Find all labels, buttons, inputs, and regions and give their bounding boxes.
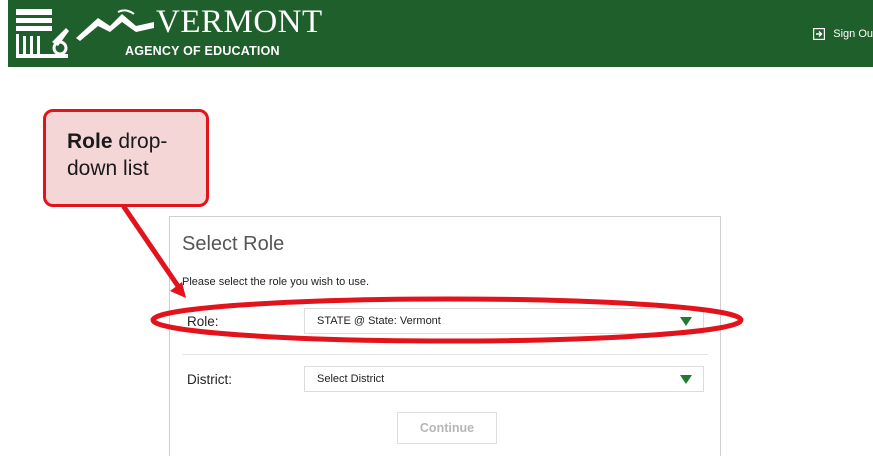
- vermont-building-icon: [14, 6, 72, 60]
- caret-down-icon: [680, 375, 692, 384]
- district-label: District:: [187, 372, 232, 387]
- sign-out-label: Sign Ou: [833, 28, 873, 40]
- callout-bold-text: Role: [67, 130, 113, 153]
- caret-down-icon: [680, 317, 692, 326]
- brand-subtitle: AGENCY OF EDUCATION: [125, 44, 280, 58]
- mountain-logo-icon: [76, 8, 156, 47]
- panel-instructions: Please select the role you wish to use.: [182, 276, 370, 288]
- district-selected-value: Select District: [317, 373, 385, 385]
- callout-text-line1: drop-: [112, 130, 168, 153]
- role-callout: Role drop- down list: [43, 109, 209, 207]
- divider: [182, 354, 708, 355]
- sign-out-icon: [813, 28, 826, 40]
- continue-button[interactable]: Continue: [397, 412, 497, 444]
- select-role-panel: Select Role Please select the role you w…: [169, 216, 721, 456]
- panel-title: Select Role: [182, 233, 285, 255]
- app-header: VERMONT AGENCY OF EDUCATION Sign Ou: [8, 0, 873, 67]
- role-dropdown[interactable]: STATE @ State: Vermont: [304, 308, 704, 334]
- brand-title: VERMONT: [156, 4, 323, 40]
- district-dropdown[interactable]: Select District: [304, 366, 704, 392]
- role-selected-value: STATE @ State: Vermont: [317, 315, 441, 327]
- callout-text-line2: down list: [67, 157, 149, 180]
- sign-out-button[interactable]: Sign Ou: [813, 28, 873, 40]
- role-label: Role:: [187, 314, 219, 329]
